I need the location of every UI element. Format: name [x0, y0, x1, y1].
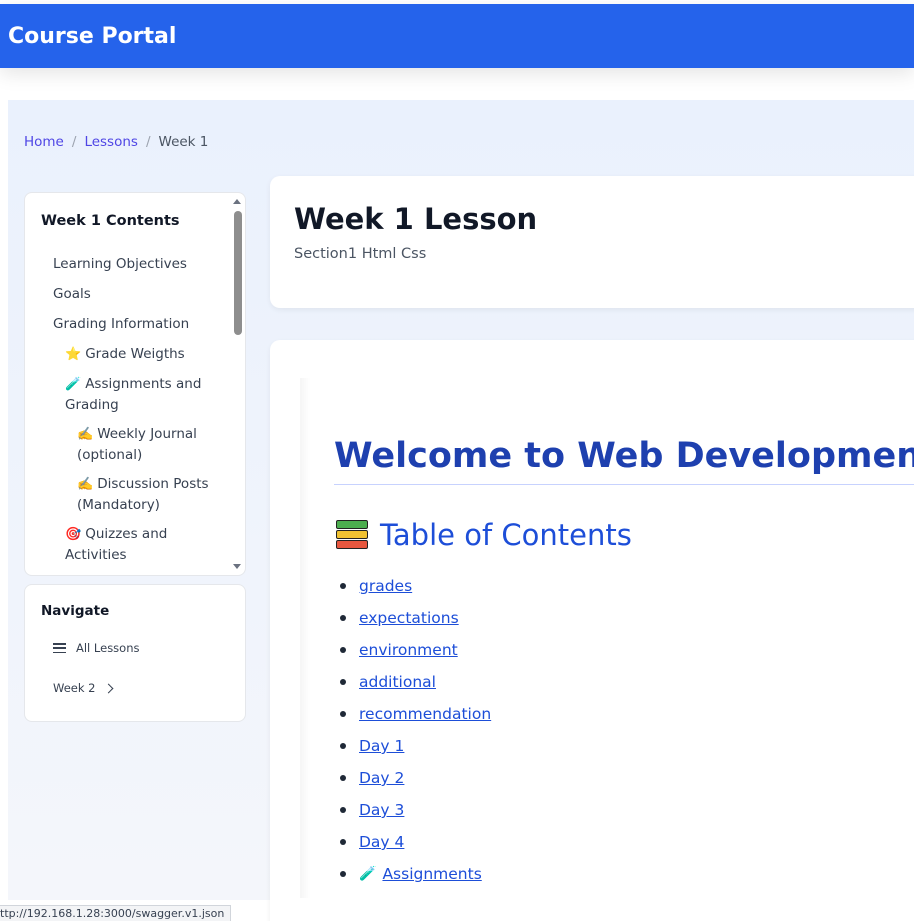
list-item: environment	[340, 634, 491, 666]
toc-item-label: Assignments and	[85, 376, 202, 392]
toc-item-label: Learning Objectives	[53, 256, 187, 272]
books-icon	[336, 520, 368, 550]
toc-item-learning-objectives[interactable]: Learning Objectives	[53, 254, 187, 274]
list-item: 🧪 Assignments	[340, 858, 491, 890]
list-item: Day 2	[340, 762, 491, 794]
all-lessons-label: All Lessons	[76, 641, 140, 655]
list-item: expectations	[340, 602, 491, 634]
toc-link-day-4[interactable]: Day 4	[359, 833, 404, 851]
toc-item-label-line2: Activities	[65, 547, 127, 563]
link-status-bar: ttp://192.168.1.28:3000/swagger.v1.json	[0, 905, 232, 921]
toc-item-label: Quizzes and	[85, 526, 168, 542]
toc-link-expectations[interactable]: expectations	[359, 609, 459, 627]
navigate-title: Navigate	[41, 603, 110, 619]
toc-item-quizzes-activities[interactable]: 🎯 Quizzes and Activities	[65, 524, 215, 565]
heading-rule	[334, 484, 914, 485]
list-item: Day 4	[340, 826, 491, 858]
breadcrumb-separator: /	[71, 134, 77, 150]
toc-item-label: Discussion Posts	[97, 476, 209, 492]
toc-item-weekly-journal[interactable]: ✍️ Weekly Journal (optional)	[77, 424, 227, 465]
toc-link-day-1[interactable]: Day 1	[359, 737, 404, 755]
chevron-right-icon	[104, 683, 114, 693]
test-tube-icon: 🧪	[359, 866, 377, 882]
top-navbar: Course Portal	[0, 4, 914, 68]
breadcrumb-separator: /	[145, 134, 151, 150]
lesson-title: Week 1 Lesson	[294, 202, 538, 236]
navigate-panel: Navigate All Lessons Week 2	[24, 584, 246, 722]
toc-item-assignments-grading[interactable]: 🧪 Assignments and Grading	[65, 374, 215, 415]
toc-link-grades[interactable]: grades	[359, 577, 412, 595]
toc-panel: Week 1 Contents Learning Objectives Goal…	[24, 192, 246, 576]
breadcrumb-lessons[interactable]: Lessons	[84, 134, 138, 150]
toc-item-goals[interactable]: Goals	[53, 284, 91, 304]
next-lesson-label: Week 2	[53, 681, 96, 695]
toc-link-recommendation[interactable]: recommendation	[359, 705, 491, 723]
toc-item-discussion-posts[interactable]: ✍️ Discussion Posts (Mandatory)	[77, 474, 237, 515]
status-url: ttp://192.168.1.28:3000/swagger.v1.json	[0, 907, 225, 920]
all-lessons-link[interactable]: All Lessons	[53, 641, 140, 655]
toc-item-grading-information[interactable]: Grading Information	[53, 314, 189, 334]
list-item: Day 1	[340, 730, 491, 762]
toc-item-label-line2: (optional)	[77, 447, 143, 463]
lesson-header-card: Week 1 Lesson Section1 Html Css	[270, 176, 914, 308]
breadcrumb-current: Week 1	[158, 134, 209, 150]
writing-hand-icon: ✍️	[77, 427, 94, 442]
welcome-heading: Welcome to Web Development!	[334, 436, 914, 476]
lesson-subtitle: Section1 Html Css	[294, 246, 427, 262]
content-divider	[300, 378, 310, 898]
toc-link-day-3[interactable]: Day 3	[359, 801, 404, 819]
scrollbar-thumb[interactable]	[234, 211, 242, 335]
toc-link-list: grades expectations environment addition…	[340, 570, 491, 890]
toc-link-additional[interactable]: additional	[359, 673, 436, 691]
list-item: recommendation	[340, 698, 491, 730]
table-of-contents-heading: Table of Contents	[336, 518, 632, 552]
toc-link-assignments[interactable]: Assignments	[382, 865, 481, 883]
writing-hand-icon: ✍️	[77, 477, 94, 492]
toc-item-label: Goals	[53, 286, 91, 302]
toc-item-label: Grade Weigths	[85, 346, 185, 362]
list-icon	[53, 643, 66, 653]
toc-link-day-2[interactable]: Day 2	[359, 769, 404, 787]
toc-item-label: Grading Information	[53, 316, 190, 332]
test-tube-icon: 🧪	[65, 377, 82, 392]
toc-item-label-line2: (Mandatory)	[77, 497, 160, 513]
scroll-down-arrow-icon[interactable]	[233, 564, 241, 569]
breadcrumb-home[interactable]: Home	[24, 134, 64, 150]
list-item: Day 3	[340, 794, 491, 826]
toc-heading-label: Table of Contents	[380, 518, 632, 552]
list-item: additional	[340, 666, 491, 698]
next-lesson-link[interactable]: Week 2	[53, 681, 114, 695]
toc-title: Week 1 Contents	[41, 213, 180, 229]
toc-scrollbar[interactable]	[231, 193, 243, 575]
star-icon: ⭐	[65, 347, 82, 362]
list-item: grades	[340, 570, 491, 602]
toc-item-grade-weights[interactable]: ⭐ Grade Weigths	[65, 344, 185, 365]
scroll-up-arrow-icon[interactable]	[233, 199, 241, 204]
target-icon: 🎯	[65, 527, 82, 542]
app-title[interactable]: Course Portal	[8, 24, 176, 49]
toc-link-environment[interactable]: environment	[359, 641, 458, 659]
toc-item-label-line2: Grading	[65, 397, 119, 413]
breadcrumb: Home / Lessons / Week 1	[24, 134, 208, 150]
toc-item-label: Weekly Journal	[97, 426, 197, 442]
